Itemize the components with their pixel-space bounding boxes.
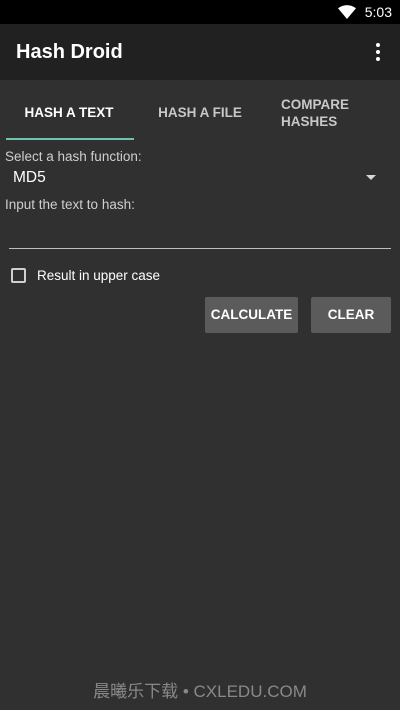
tab-hash-a-file[interactable]: HASH A FILE xyxy=(138,80,262,142)
app-bar: Hash Droid xyxy=(0,24,400,80)
tab-bar: HASH A TEXT HASH A FILE COMPARE HASHES xyxy=(0,80,400,142)
uppercase-checkbox[interactable] xyxy=(11,267,26,283)
hash-function-value: MD5 xyxy=(13,169,46,186)
input-text-label: Input the text to hash: xyxy=(5,197,135,212)
watermark: 晨曦乐下载 • CXLEDU.COM xyxy=(93,682,307,701)
hash-function-select[interactable]: MD5 xyxy=(0,163,400,193)
tab-hash-a-text[interactable]: HASH A TEXT xyxy=(0,80,138,142)
active-tab-indicator xyxy=(6,138,134,140)
tab-label-line-2: HASHES xyxy=(281,114,338,129)
tab-label-line-1: COMPARE xyxy=(281,97,350,112)
tab-label: COMPARE HASHES xyxy=(281,96,349,130)
status-time: 5:03 xyxy=(364,4,392,20)
text-to-hash-input[interactable] xyxy=(9,221,391,249)
app-title: Hash Droid xyxy=(16,41,123,63)
menu-dot xyxy=(376,50,380,54)
tab-label: HASH A FILE xyxy=(158,105,242,120)
menu-dot xyxy=(376,43,380,47)
hash-function-label: Select a hash function: xyxy=(5,149,142,164)
dropdown-arrow-icon xyxy=(366,175,376,180)
status-bar: 5:03 xyxy=(0,0,400,24)
clear-button[interactable]: CLEAR xyxy=(311,297,391,333)
uppercase-checkbox-row[interactable]: Result in upper case xyxy=(11,265,160,285)
tab-label: HASH A TEXT xyxy=(24,105,114,120)
more-vert-icon[interactable] xyxy=(366,38,390,66)
menu-dot xyxy=(376,57,380,61)
uppercase-checkbox-label: Result in upper case xyxy=(37,267,161,283)
calculate-button[interactable]: CALCULATE xyxy=(205,297,298,333)
wifi-icon xyxy=(338,5,356,19)
tab-compare-hashes[interactable]: COMPARE HASHES xyxy=(262,80,400,142)
